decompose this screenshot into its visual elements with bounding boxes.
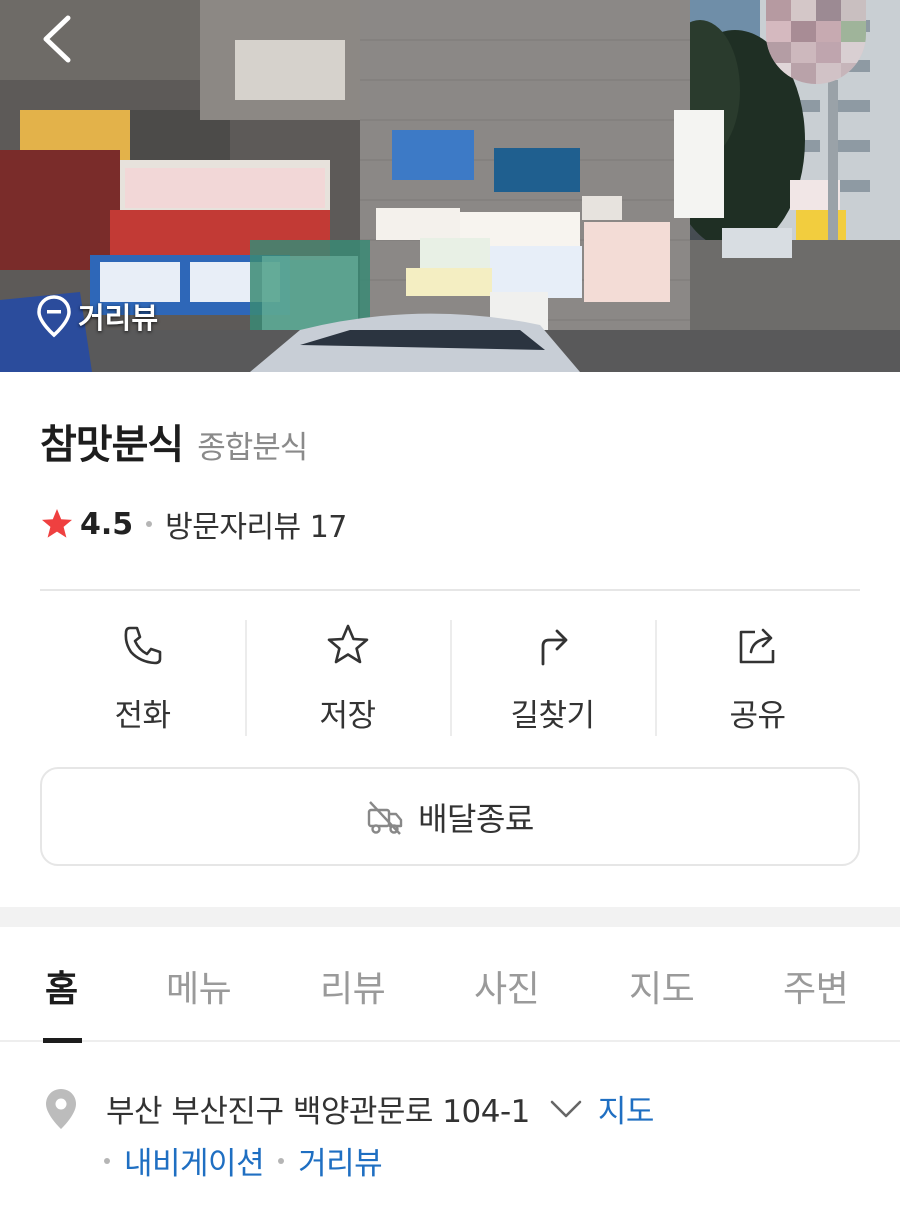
separator-dot <box>104 1157 110 1164</box>
rating-value: 4.5 <box>80 506 134 542</box>
place-title-row: 참맛분식 종합분식 <box>40 412 308 470</box>
location-pin-icon <box>37 295 71 338</box>
address-sub-links: 내비게이션 거리뷰 <box>104 1138 383 1183</box>
address-text: 부산 부산진구 백양관문로 104-1 <box>106 1094 530 1130</box>
map-link[interactable]: 지도 <box>598 1086 655 1131</box>
map-pin-icon <box>46 1088 76 1129</box>
directions-label: 길찾기 <box>510 698 595 734</box>
visitor-review-link[interactable]: 방문자리뷰 17 <box>165 502 347 546</box>
tab-bar: 홈 메뉴 리뷰 사진 지도 주변 <box>0 928 900 1042</box>
action-bar: 전화 저장 길찾기 공유 <box>40 620 860 736</box>
rating-row: 4.5 방문자리뷰 17 <box>40 502 347 546</box>
tab-reviews[interactable]: 리뷰 <box>320 960 386 1012</box>
place-name: 참맛분식 <box>40 422 184 468</box>
star-icon <box>42 509 72 538</box>
save-button[interactable]: 저장 <box>245 620 450 736</box>
address-row: 부산 부산진구 백양관문로 104-1 지도 <box>44 1086 654 1131</box>
tab-photos[interactable]: 사진 <box>474 960 540 1012</box>
divider <box>40 589 860 591</box>
streetview-button[interactable]: 거리뷰 <box>36 294 158 338</box>
call-button[interactable]: 전화 <box>40 620 245 736</box>
tab-map[interactable]: 지도 <box>629 960 695 1012</box>
save-label: 저장 <box>319 698 376 734</box>
street-view-photo[interactable]: 거리뷰 <box>0 0 900 372</box>
tab-nearby[interactable]: 주변 <box>783 960 849 1012</box>
share-icon <box>739 628 774 664</box>
share-label: 공유 <box>729 698 786 734</box>
share-button[interactable]: 공유 <box>655 620 860 736</box>
delivery-status-button[interactable]: 배달종료 <box>40 767 860 866</box>
active-tab-indicator <box>43 1038 82 1043</box>
star-outline-icon <box>327 624 368 664</box>
section-separator <box>0 907 900 927</box>
separator-dot <box>146 521 153 527</box>
directions-button[interactable]: 길찾기 <box>450 620 655 736</box>
separator-dot <box>278 1157 285 1164</box>
place-category: 종합분식 <box>197 430 308 466</box>
phone-icon <box>124 626 161 665</box>
navigation-link[interactable]: 내비게이션 <box>124 1138 265 1183</box>
streetview-label: 거리뷰 <box>78 301 159 335</box>
chevron-down-icon[interactable] <box>548 1094 584 1124</box>
tab-menu[interactable]: 메뉴 <box>166 960 232 1012</box>
call-label: 전화 <box>114 698 171 734</box>
chevron-left-icon <box>43 15 71 63</box>
delivery-truck-icon <box>367 800 403 835</box>
back-button[interactable] <box>30 8 90 68</box>
directions-arrow-icon <box>541 629 567 666</box>
delivery-status-label: 배달종료 <box>418 799 534 838</box>
streetview-link[interactable]: 거리뷰 <box>298 1138 383 1183</box>
tab-home[interactable]: 홈 <box>45 960 78 1012</box>
